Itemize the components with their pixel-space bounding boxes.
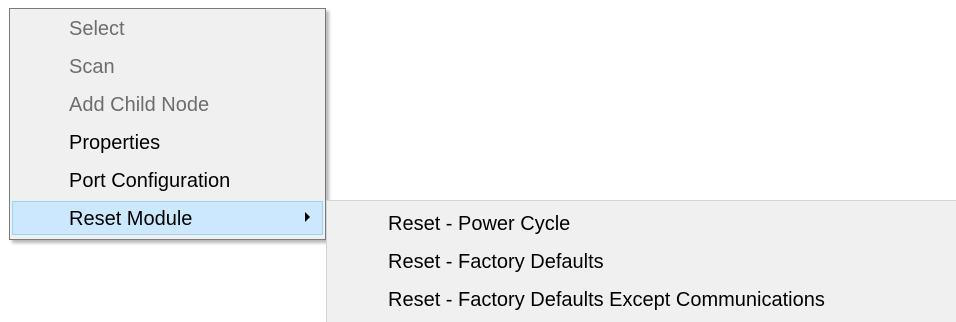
menu-item-label: Properties: [69, 132, 161, 154]
menu-item-select[interactable]: Select: [12, 11, 323, 48]
menu-item-port-configuration[interactable]: Port Configuration: [12, 163, 323, 200]
menu-item-reset-module[interactable]: Reset Module: [12, 201, 323, 235]
submenu-item-reset-power-cycle[interactable]: Reset - Power Cycle: [329, 203, 955, 240]
menu-item-label: Add Child Node: [69, 94, 210, 116]
submenu-item-reset-factory-defaults[interactable]: Reset - Factory Defaults: [329, 241, 955, 278]
submenu-item-label: Reset - Factory Defaults Except Communic…: [388, 289, 825, 311]
context-menu: Select Scan Add Child Node Properties Po…: [9, 8, 326, 240]
menu-item-add-child-node[interactable]: Add Child Node: [12, 87, 323, 124]
submenu-item-label: Reset - Power Cycle: [388, 213, 571, 235]
menu-item-properties[interactable]: Properties: [12, 125, 323, 162]
reset-module-submenu: Reset - Power Cycle Reset - Factory Defa…: [326, 200, 956, 322]
menu-item-label: Scan: [69, 56, 115, 78]
menu-item-label: Select: [69, 18, 125, 40]
chevron-right-icon: [305, 212, 310, 222]
screen: Select Scan Add Child Node Properties Po…: [0, 0, 956, 322]
submenu-item-reset-factory-defaults-except-communications[interactable]: Reset - Factory Defaults Except Communic…: [329, 279, 955, 316]
menu-item-label: Reset Module: [69, 208, 193, 230]
menu-item-label: Port Configuration: [69, 170, 231, 192]
submenu-item-label: Reset - Factory Defaults: [388, 251, 604, 273]
menu-item-scan[interactable]: Scan: [12, 49, 323, 86]
